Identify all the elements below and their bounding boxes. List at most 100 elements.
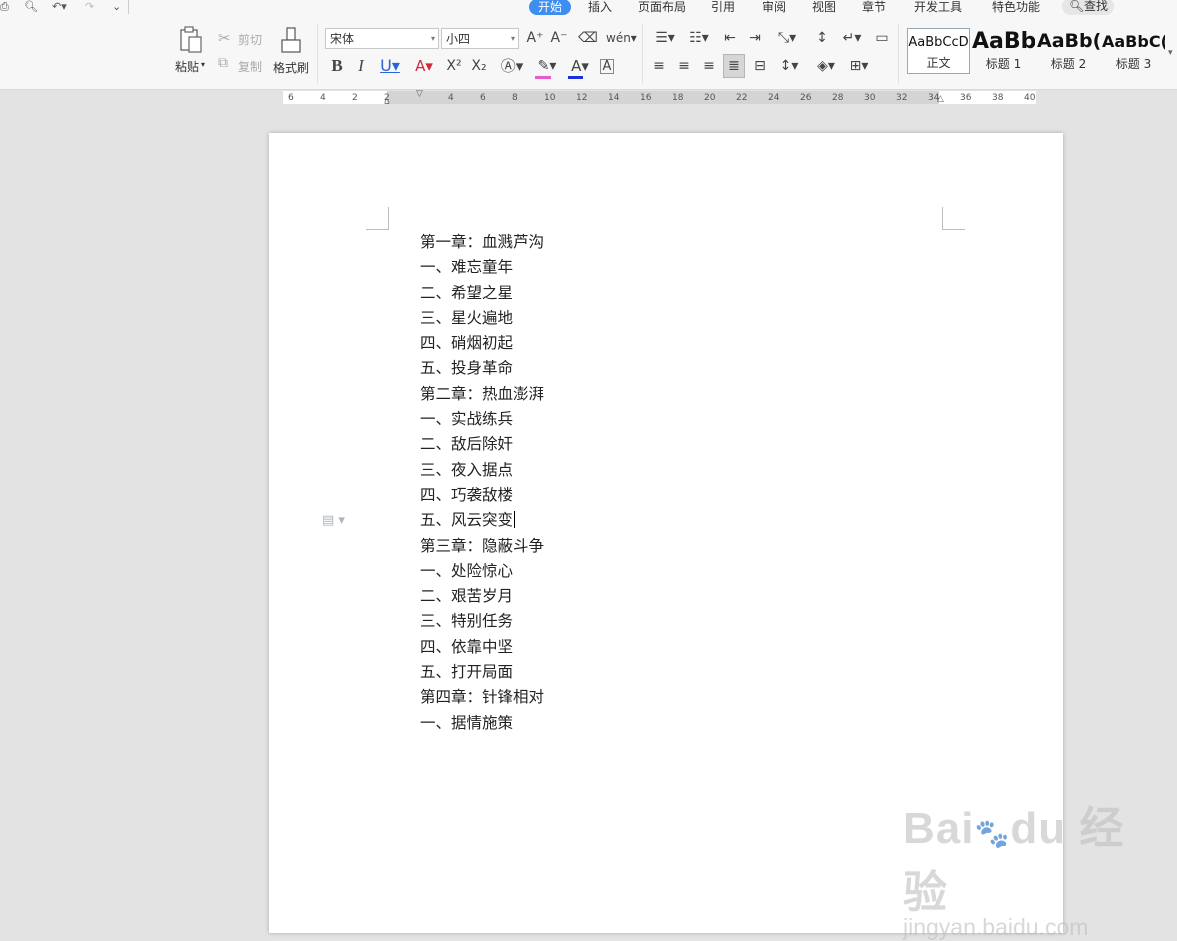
table-grid-icon[interactable]: ▭ xyxy=(872,28,892,48)
clear-format-icon[interactable]: ⌫ xyxy=(578,28,598,48)
document-line[interactable]: 第二章：热血澎湃 xyxy=(420,382,544,407)
tab-references[interactable]: 引用 xyxy=(711,0,735,14)
print-icon[interactable]: ⎙ xyxy=(0,0,9,14)
document-line[interactable]: 第一章：血溅芦沟 xyxy=(420,230,544,255)
document-line[interactable]: 一、处险惊心 xyxy=(420,559,544,584)
underline-icon[interactable]: U▾ xyxy=(376,56,404,76)
line-spacing-icon[interactable]: ↕▾ xyxy=(775,56,803,76)
document-line[interactable]: 第三章：隐蔽斗争 xyxy=(420,534,544,559)
tab-home[interactable]: 开始 xyxy=(529,0,572,15)
document-line[interactable]: 五、投身革命 xyxy=(420,356,544,381)
document-line[interactable]: 一、实战练兵 xyxy=(420,407,544,432)
format-painter-button[interactable]: 格式刷 xyxy=(272,24,310,76)
align-right-icon[interactable]: ≡ xyxy=(699,56,719,76)
font-name-select[interactable]: 宋体 ▾ xyxy=(325,28,439,49)
paragraph-layout-icon[interactable]: ▤ ▾ xyxy=(322,513,345,528)
tab-developer[interactable]: 开发工具 xyxy=(914,0,962,14)
tab-review[interactable]: 审阅 xyxy=(762,0,786,14)
chevron-down-icon: ▾ xyxy=(510,34,515,43)
horizontal-ruler[interactable]: ▽ ⌂ △ 6 4 2 2 4 6 8 10 12 14 16 18 20 22 24 26 28 30 32 34 3… xyxy=(283,89,1036,107)
document-body[interactable]: 第一章：血溅芦沟 一、难忘童年 二、希望之星 三、星火遍地 四、硝烟初起 五、投身革命 第二… xyxy=(420,230,544,736)
ruler-tick-label: 4 xyxy=(448,93,454,103)
align-center-icon[interactable]: ≡ xyxy=(674,56,694,76)
customize-icon[interactable]: ⌄ xyxy=(112,0,121,14)
copy-icon: ⧉ xyxy=(218,55,228,71)
document-line[interactable]: 三、夜入据点 xyxy=(420,458,544,483)
document-line[interactable]: 四、巧袭敌楼 xyxy=(420,483,544,508)
ruler-tick-label: 24 xyxy=(768,93,780,103)
styles-more-icon[interactable]: ▾ xyxy=(1168,48,1173,58)
tab-special-features[interactable]: 特色功能 xyxy=(992,0,1040,14)
italic-icon[interactable]: I xyxy=(351,56,371,76)
ruler-tick-label: 20 xyxy=(704,93,716,103)
numbered-list-icon[interactable]: ☷▾ xyxy=(685,28,713,48)
document-line[interactable]: 三、星火遍地 xyxy=(420,306,544,331)
font-size-select[interactable]: 小四 ▾ xyxy=(441,28,519,49)
strikethrough-icon[interactable]: A▾ xyxy=(410,56,438,76)
justify-icon[interactable]: ≣ xyxy=(723,54,745,78)
document-line[interactable]: 二、敌后除奸 xyxy=(420,432,544,457)
document-line[interactable]: 第四章：针锋相对 xyxy=(420,685,544,710)
ruler-tick-label: 38 xyxy=(992,93,1004,103)
document-line[interactable]: 五、风云突变 xyxy=(420,508,544,533)
font-color-icon[interactable]: A▾ xyxy=(566,56,594,76)
tab-view[interactable]: 视图 xyxy=(812,0,836,14)
text-effect-icon[interactable]: Ⓐ▾ xyxy=(498,56,526,76)
search-button[interactable]: 🔍︎ 查找 xyxy=(1062,0,1114,15)
style-normal[interactable]: AaBbCcD 正文 xyxy=(907,28,970,74)
baidu-jingyan-watermark: Bai🐾du 经验 jingyan.baidu.com xyxy=(903,792,1133,940)
ruler-tick-label: 10 xyxy=(544,93,556,103)
bullet-list-icon[interactable]: ☰▾ xyxy=(651,28,679,48)
ruler-tick-label: 26 xyxy=(800,93,812,103)
style-heading-2[interactable]: AaBb( 标题 2 xyxy=(1037,28,1100,74)
sort-icon[interactable]: ↕ xyxy=(812,28,832,48)
print-preview-icon[interactable]: 🔍︎ xyxy=(24,0,38,14)
increase-indent-icon[interactable]: ⇥ xyxy=(745,28,765,48)
tab-page-layout[interactable]: 页面布局 xyxy=(638,0,686,14)
ruler-tick-label: 34 xyxy=(928,93,940,103)
phonetic-guide-icon[interactable]: wén▾ xyxy=(606,28,637,48)
distributed-icon[interactable]: ⊟ xyxy=(750,56,770,76)
ruler-tick-label: 6 xyxy=(480,93,486,103)
document-line[interactable]: 二、艰苦岁月 xyxy=(420,584,544,609)
grow-font-icon[interactable]: A⁺ xyxy=(525,28,545,48)
tab-chapter[interactable]: 章节 xyxy=(862,0,886,14)
shrink-font-icon[interactable]: A⁻ xyxy=(549,28,569,48)
subscript-icon[interactable]: X₂ xyxy=(469,56,489,76)
char-border-icon[interactable]: A xyxy=(600,59,614,74)
document-line[interactable]: 五、打开局面 xyxy=(420,660,544,685)
watermark-url: jingyan.baidu.com xyxy=(903,914,1089,940)
align-left-icon[interactable]: ≡ xyxy=(649,56,669,76)
document-line[interactable]: 一、难忘童年 xyxy=(420,255,544,280)
show-hide-marks-icon[interactable]: ↵▾ xyxy=(838,28,866,48)
style-heading-3[interactable]: AaBbC( 标题 3 xyxy=(1102,28,1165,74)
chinese-layout-icon[interactable]: ⤡▾ xyxy=(773,28,801,48)
ruler-tick-label: 30 xyxy=(864,93,876,103)
redo-icon[interactable]: ↷ xyxy=(85,0,94,14)
borders-icon[interactable]: ⊞▾ xyxy=(845,56,873,76)
tab-insert[interactable]: 插入 xyxy=(588,0,612,14)
superscript-icon[interactable]: X² xyxy=(444,56,464,76)
document-line[interactable]: 二、希望之星 xyxy=(420,281,544,306)
ruler-tick-label: 16 xyxy=(640,93,652,103)
document-line[interactable]: 三、特别任务 xyxy=(420,609,544,634)
style-heading-1[interactable]: AaBb 标题 1 xyxy=(972,28,1035,74)
document-line[interactable]: 一、据情施策 xyxy=(420,711,544,736)
first-line-indent-marker[interactable]: ▽ xyxy=(416,89,423,99)
search-icon: 🔍︎ xyxy=(1069,0,1085,13)
highlight-icon[interactable]: ✎▾ xyxy=(533,56,561,76)
brush-icon xyxy=(281,27,301,53)
bold-icon[interactable]: B xyxy=(327,56,347,76)
paste-button[interactable]: 粘贴 ▾ xyxy=(172,24,212,76)
document-line[interactable]: 四、硝烟初起 xyxy=(420,331,544,356)
ruler-tick-label: 28 xyxy=(832,93,844,103)
document-line[interactable]: 四、依靠中坚 xyxy=(420,635,544,660)
ruler-tick-label: 32 xyxy=(896,93,908,103)
undo-icon[interactable]: ↶▾ xyxy=(52,0,67,14)
copy-button[interactable]: ⧉ 复制 xyxy=(218,55,264,75)
cut-button[interactable]: ✂ 剪切 xyxy=(218,29,264,49)
chevron-down-icon: ▾ xyxy=(201,60,206,69)
shading-icon[interactable]: ◈▾ xyxy=(812,56,840,76)
ruler-tick-label: 14 xyxy=(608,93,620,103)
decrease-indent-icon[interactable]: ⇤ xyxy=(720,28,740,48)
